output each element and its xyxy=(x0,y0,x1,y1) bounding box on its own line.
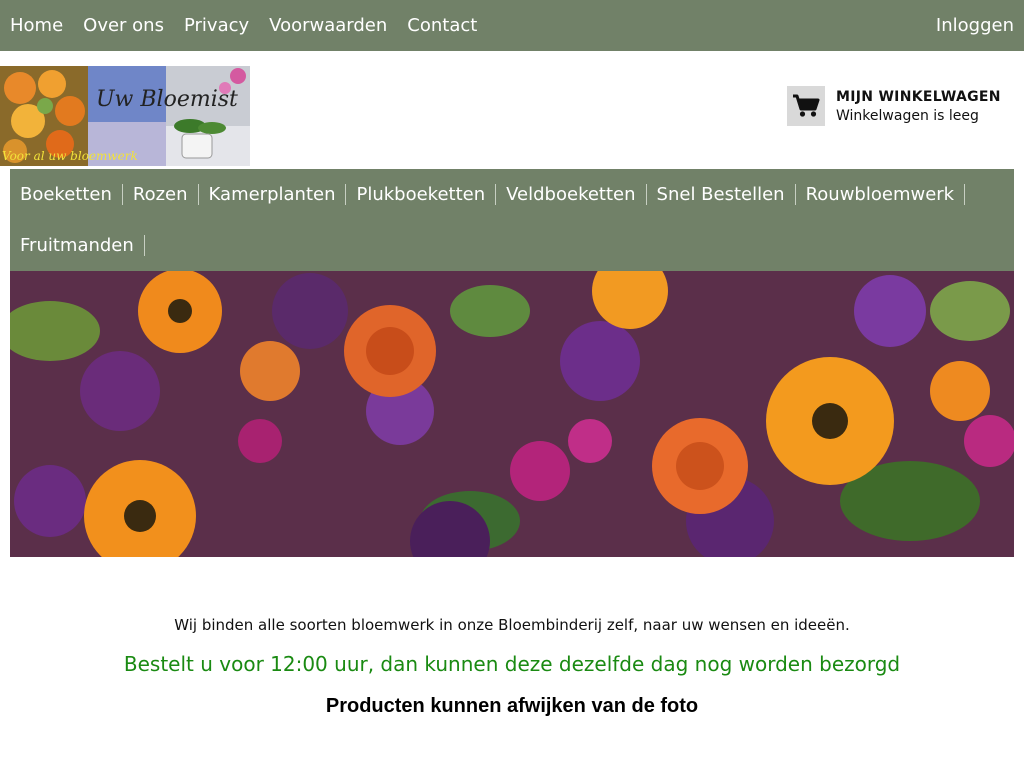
cart-status: Winkelwagen is leeg xyxy=(836,108,979,124)
top-navigation-bar: Home Over ons Privacy Voorwaarden Contac… xyxy=(0,0,1024,51)
flower-banner-image xyxy=(10,271,1014,557)
category-link-fruitmanden[interactable]: Fruitmanden xyxy=(10,235,145,256)
category-link-snel-bestellen[interactable]: Snel Bestellen xyxy=(647,184,796,205)
site-logo[interactable]: Uw Bloemist Voor al uw bloemwerk xyxy=(0,66,250,166)
order-notice: Bestelt u voor 12:00 uur, dan kunnen dez… xyxy=(123,652,901,676)
category-navigation: Boeketten Rozen Kamerplanten Plukboekett… xyxy=(10,169,1014,271)
cart-icon-box[interactable] xyxy=(787,86,825,126)
shopping-cart-icon xyxy=(793,94,820,117)
nav-link-privacy[interactable]: Privacy xyxy=(174,0,259,51)
banner-flowers-illustration xyxy=(10,271,1014,557)
category-link-rouwbloemwerk[interactable]: Rouwbloemwerk xyxy=(796,184,966,205)
category-link-kamerplanten[interactable]: Kamerplanten xyxy=(199,184,347,205)
product-disclaimer: Producten kunnen afwijken van de foto xyxy=(325,695,699,717)
category-link-veldboeketten[interactable]: Veldboeketten xyxy=(496,184,647,205)
category-link-plukboeketten[interactable]: Plukboeketten xyxy=(346,184,497,205)
login-link[interactable]: Inloggen xyxy=(936,0,1014,51)
logo-text-sub: Voor al uw bloemwerk xyxy=(2,149,138,163)
nav-link-home[interactable]: Home xyxy=(0,0,73,51)
nav-link-over-ons[interactable]: Over ons xyxy=(73,0,174,51)
category-link-rozen[interactable]: Rozen xyxy=(123,184,199,205)
logo-text-main: Uw Bloemist xyxy=(96,87,238,112)
intro-text: Wij binden alle soorten bloemwerk in onz… xyxy=(174,616,850,634)
shopping-cart-widget[interactable]: MIJN WINKELWAGEN Winkelwagen is leeg xyxy=(786,86,1018,128)
category-link-boeketten[interactable]: Boeketten xyxy=(10,184,123,205)
category-nav-row: Fruitmanden xyxy=(10,220,145,271)
nav-link-voorwaarden[interactable]: Voorwaarden xyxy=(259,0,397,51)
logo-collage-image: Uw Bloemist Voor al uw bloemwerk xyxy=(0,66,250,166)
cart-title[interactable]: MIJN WINKELWAGEN xyxy=(836,89,1001,105)
top-nav: Home Over ons Privacy Voorwaarden Contac… xyxy=(0,0,487,51)
category-nav-row: Boeketten Rozen Kamerplanten Plukboekett… xyxy=(10,169,966,220)
nav-link-contact[interactable]: Contact xyxy=(397,0,487,51)
